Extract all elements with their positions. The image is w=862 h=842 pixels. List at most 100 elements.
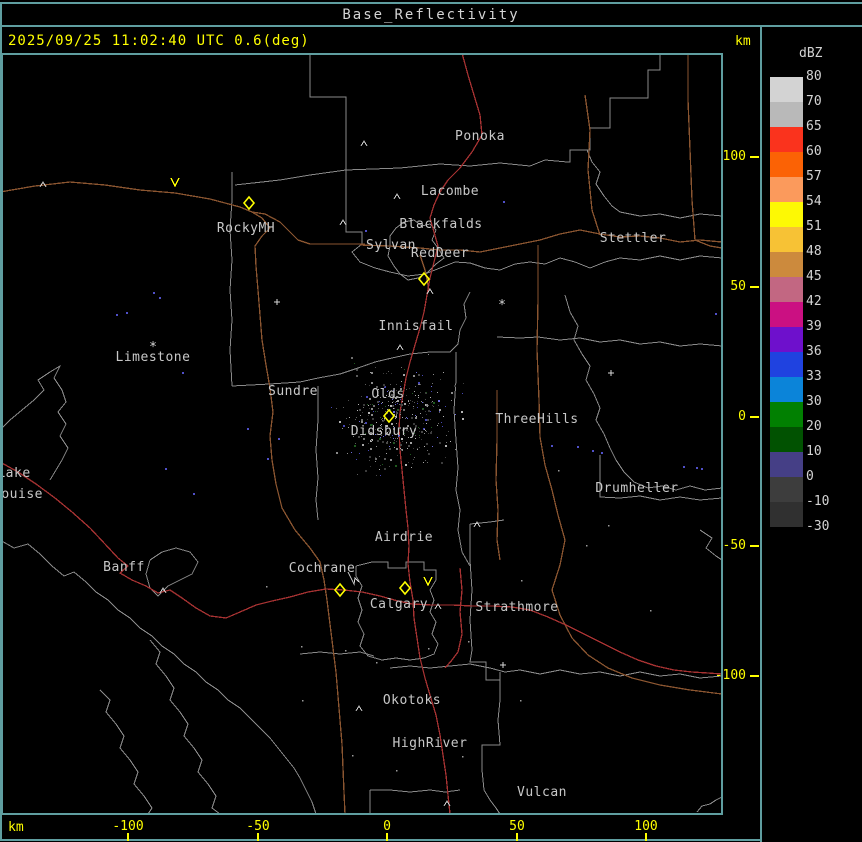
county-boundary-line [145, 547, 199, 597]
clutter-echo-dot [410, 442, 412, 444]
clutter-echo-dot [359, 421, 360, 422]
clutter-echo-dot [443, 416, 444, 417]
weak-echo-dot [278, 438, 280, 440]
clutter-echo-dot [379, 469, 380, 470]
weak-echo-dot [503, 201, 505, 203]
clutter-echo-dot [419, 437, 420, 438]
clutter-echo-dot [406, 417, 407, 418]
clutter-echo-dot [354, 445, 356, 447]
stray-echo-dot [521, 580, 523, 582]
weak-echo-dot [193, 493, 195, 495]
right-axis-tick [750, 416, 759, 418]
clutter-echo-dot [395, 418, 396, 419]
clutter-echo-dot [437, 425, 438, 426]
clutter-echo-dot [432, 401, 433, 402]
colorbar-tick-label: 45 [806, 269, 822, 284]
clutter-echo-dot [438, 405, 439, 406]
clutter-echo-dot [393, 408, 394, 409]
clutter-echo-dot [371, 440, 372, 441]
weak-echo-dot [365, 230, 367, 232]
clutter-echo-dot [380, 417, 381, 418]
clutter-echo-dot [430, 419, 431, 420]
highway-brown-line [584, 94, 601, 236]
colorbar-box [770, 502, 803, 527]
bottom-axis-tick [386, 833, 388, 841]
clutter-echo-dot [393, 411, 395, 413]
colorbar-tick-label: -30 [806, 519, 830, 534]
county-boundary-line [481, 672, 501, 813]
clutter-echo-dot [431, 386, 432, 387]
caret-mark [360, 140, 368, 147]
clutter-echo-dot [418, 382, 420, 384]
clutter-echo-dot [401, 367, 402, 368]
colorbar-box [770, 352, 803, 377]
clutter-echo-dot [362, 444, 364, 446]
caret-mark [396, 344, 404, 351]
clutter-echo-dot [382, 408, 383, 409]
clutter-echo-dot [419, 431, 420, 432]
clutter-echo-dot [418, 397, 419, 398]
clutter-echo-dot [395, 402, 396, 403]
clutter-echo-dot [418, 374, 420, 376]
radar-site-diamond-icon [242, 195, 256, 211]
colorbar-box [770, 127, 803, 152]
clutter-echo-dot [375, 458, 377, 460]
clutter-echo-dot [419, 447, 420, 448]
clutter-echo-dot [417, 449, 418, 450]
clutter-echo-dot [443, 372, 444, 373]
highway-brown-line [3, 181, 346, 813]
bottom-axis-tick-label: 0 [383, 819, 391, 834]
clutter-echo-dot [377, 440, 379, 442]
clutter-echo-dot [417, 407, 418, 408]
city-label: Blackfalds [399, 217, 482, 232]
city-label: Cochrane [289, 561, 356, 576]
clutter-echo-dot [422, 409, 423, 410]
clutter-echo-dot [441, 422, 442, 423]
clutter-echo-dot [368, 415, 369, 416]
clutter-echo-dot [351, 357, 353, 359]
clutter-echo-dot [368, 405, 369, 406]
clutter-echo-dot [366, 396, 368, 398]
clutter-echo-dot [432, 405, 433, 406]
city-label: Vulcan [517, 785, 567, 800]
county-boundary-line [586, 149, 721, 219]
clutter-echo-dot [410, 400, 411, 401]
clutter-echo-dot [403, 409, 405, 411]
clutter-echo-dot [388, 405, 389, 406]
clutter-echo-dot [439, 411, 440, 412]
colorbar-tick-label: 80 [806, 69, 822, 84]
clutter-echo-dot [431, 391, 432, 392]
clutter-echo-dot [430, 432, 432, 434]
clutter-echo-dot [356, 369, 358, 371]
clutter-echo-dot [395, 404, 396, 405]
city-label: Olds [371, 387, 404, 402]
clutter-echo-dot [433, 374, 434, 375]
highway-red-line [444, 567, 463, 669]
bottom-axis-tick [257, 833, 259, 841]
colorbar-box [770, 102, 803, 127]
caret-mark [393, 193, 401, 200]
clutter-echo-dot [406, 395, 407, 396]
clutter-echo-dot [427, 406, 428, 407]
clutter-echo-dot [377, 411, 378, 412]
clutter-echo-dot [415, 417, 417, 419]
clutter-echo-dot [375, 457, 376, 458]
clutter-echo-dot [362, 412, 363, 413]
clutter-echo-dot [432, 446, 433, 447]
clutter-echo-dot [420, 413, 421, 414]
clutter-echo-dot [404, 403, 406, 405]
colorbar-tick-label: 65 [806, 119, 822, 134]
clutter-echo-dot [412, 393, 413, 394]
right-axis-tick [750, 286, 759, 288]
clutter-echo-dot [394, 440, 395, 441]
clutter-echo-dot [401, 406, 402, 407]
clutter-echo-dot [390, 384, 391, 385]
city-label: Didsbury [351, 424, 418, 439]
clutter-echo-dot [439, 442, 441, 444]
clutter-echo-dot [384, 468, 386, 470]
clutter-echo-dot [424, 446, 425, 447]
clutter-echo-dot [395, 465, 397, 467]
right-axis-tick-label: 50 [730, 279, 746, 294]
colorbar-box [770, 277, 803, 302]
clutter-echo-dot [411, 417, 413, 419]
